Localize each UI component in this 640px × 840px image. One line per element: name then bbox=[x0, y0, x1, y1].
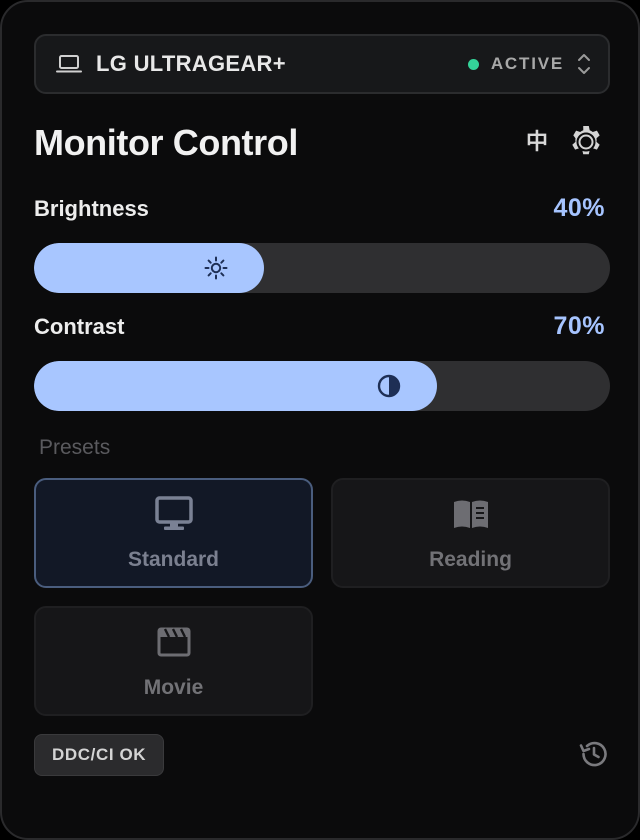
monitor-selector[interactable]: LG ULTRAGEAR+ ACTIVE bbox=[34, 34, 610, 94]
contrast-icon[interactable] bbox=[376, 373, 402, 399]
brightness-value: 40% bbox=[553, 194, 605, 222]
chevron-up-down-icon bbox=[578, 54, 590, 74]
contrast-slider[interactable] bbox=[34, 361, 610, 411]
monitor-control-panel: LG ULTRAGEAR+ ACTIVE Monitor Control 中 B… bbox=[0, 0, 640, 840]
status-indicator: ACTIVE bbox=[467, 51, 592, 77]
ddc-status-badge: DDC/CI OK bbox=[34, 734, 165, 776]
preset-standard[interactable]: Standard bbox=[34, 478, 313, 588]
page-title: Monitor Control bbox=[34, 122, 298, 163]
sun-icon[interactable] bbox=[203, 255, 229, 281]
contrast-label: Contrast bbox=[34, 314, 125, 339]
status-text: ACTIVE bbox=[490, 54, 564, 73]
language-toggle-button[interactable]: 中 bbox=[524, 128, 550, 158]
monitor-icon bbox=[154, 496, 193, 530]
status-dot bbox=[467, 58, 479, 70]
preset-label: Movie bbox=[143, 676, 204, 699]
book-icon bbox=[453, 500, 488, 528]
brightness-label: Brightness bbox=[34, 196, 149, 221]
contrast-value: 70% bbox=[553, 312, 605, 340]
preset-label: Standard bbox=[127, 548, 219, 571]
history-icon[interactable] bbox=[578, 738, 610, 770]
preset-label: Reading bbox=[429, 548, 512, 571]
preset-reading[interactable]: Reading bbox=[331, 478, 610, 588]
monitor-name: LG ULTRAGEAR+ bbox=[96, 51, 286, 76]
brightness-slider[interactable] bbox=[34, 243, 610, 293]
preset-movie[interactable]: Movie bbox=[34, 606, 313, 716]
presets-title: Presets bbox=[39, 436, 111, 459]
brightness-slider-fill bbox=[34, 243, 265, 293]
gear-icon[interactable] bbox=[568, 124, 604, 160]
clapperboard-icon bbox=[157, 627, 190, 657]
laptop-icon bbox=[56, 55, 82, 73]
